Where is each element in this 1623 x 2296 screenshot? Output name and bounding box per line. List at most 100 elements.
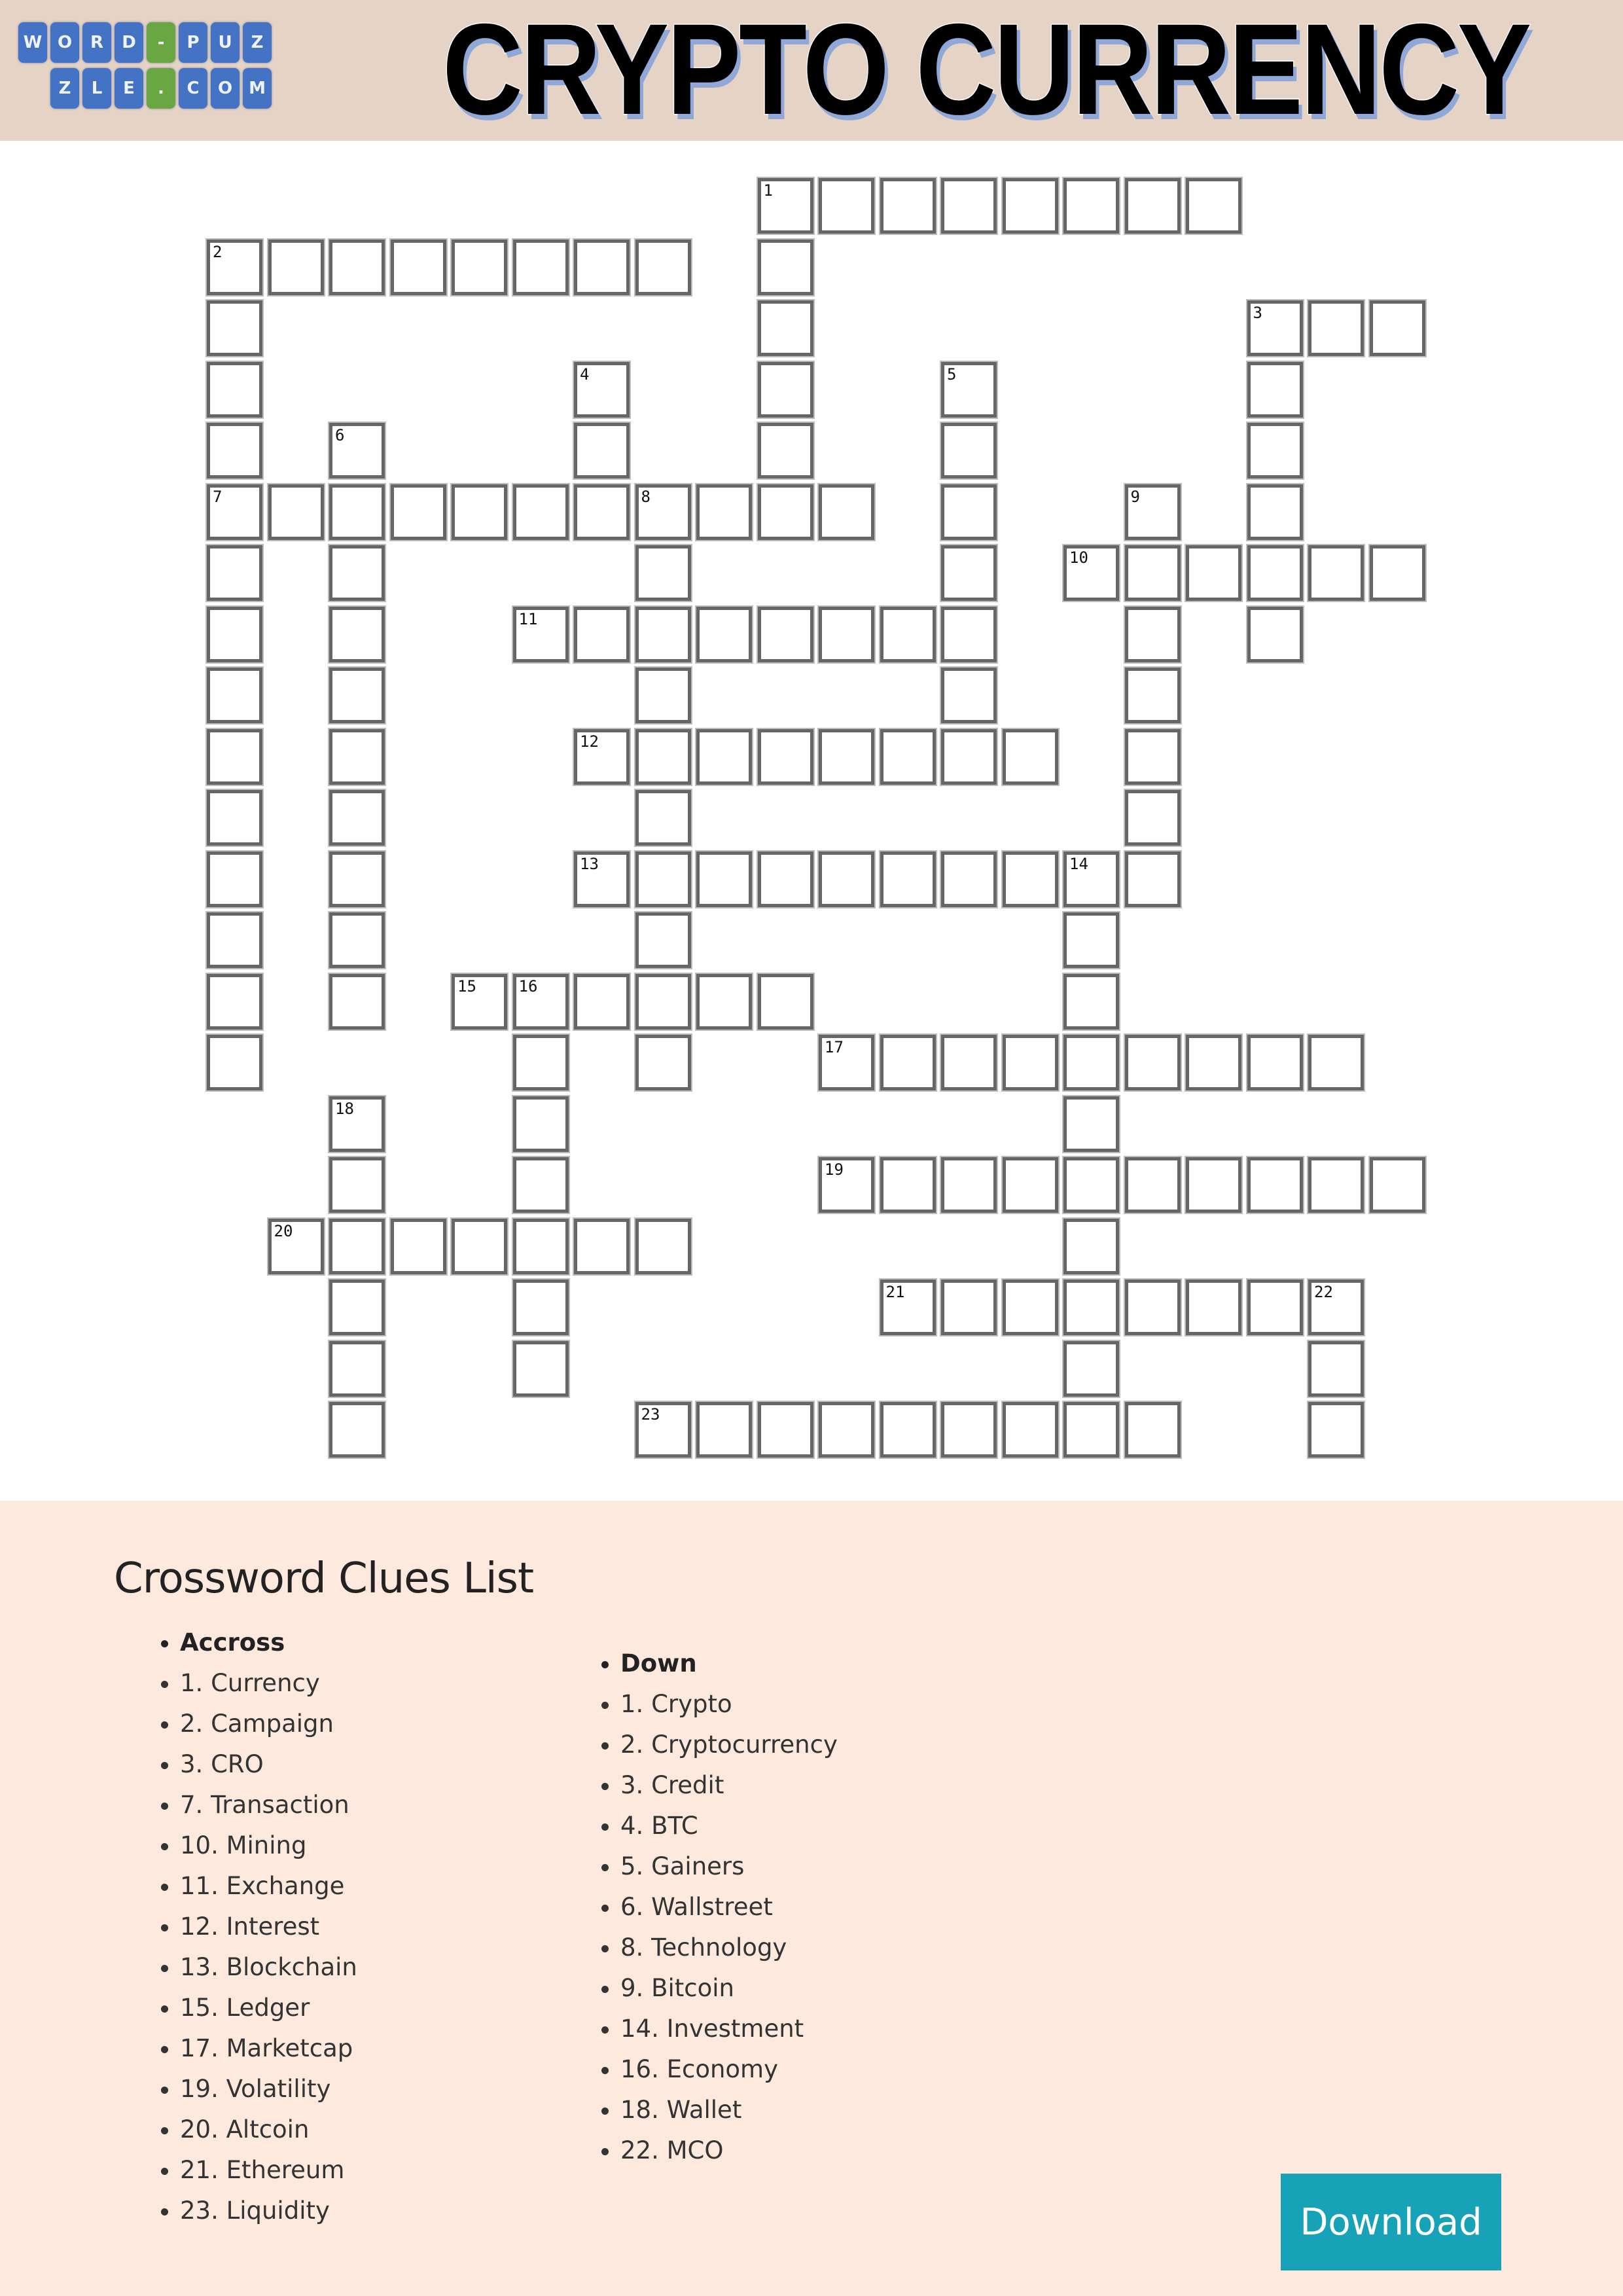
grid-cell[interactable] xyxy=(328,605,386,664)
grid-cell[interactable] xyxy=(1001,850,1060,908)
grid-cell[interactable] xyxy=(1001,177,1060,235)
grid-cell[interactable] xyxy=(511,1156,570,1214)
grid-cell[interactable] xyxy=(1245,544,1304,602)
grid-cell[interactable] xyxy=(940,666,998,725)
grid-cell[interactable] xyxy=(1307,1156,1365,1214)
grid-cell[interactable] xyxy=(1245,482,1304,541)
grid-cell[interactable] xyxy=(1368,1156,1427,1214)
grid-cell[interactable]: 19 xyxy=(817,1156,876,1214)
grid-cell[interactable] xyxy=(756,727,815,786)
grid-cell[interactable]: 12 xyxy=(573,727,631,786)
grid-cell[interactable] xyxy=(756,972,815,1031)
grid-cell[interactable] xyxy=(205,1033,264,1092)
grid-cell[interactable]: 7 xyxy=(205,482,264,541)
grid-cell[interactable] xyxy=(1185,1156,1243,1214)
grid-cell[interactable] xyxy=(328,1339,386,1398)
grid-cell[interactable]: 21 xyxy=(878,1278,937,1336)
grid-cell[interactable] xyxy=(1123,544,1182,602)
grid-cell[interactable] xyxy=(328,482,386,541)
grid-cell[interactable] xyxy=(940,1278,998,1336)
grid-cell[interactable] xyxy=(511,1339,570,1398)
grid-cell[interactable] xyxy=(695,850,753,908)
grid-cell[interactable] xyxy=(756,850,815,908)
grid-cell[interactable] xyxy=(328,1156,386,1214)
grid-cell[interactable]: 20 xyxy=(266,1217,325,1276)
grid-cell[interactable] xyxy=(205,360,264,419)
grid-cell[interactable] xyxy=(756,482,815,541)
grid-cell[interactable] xyxy=(940,850,998,908)
grid-cell[interactable] xyxy=(633,666,692,725)
grid-cell[interactable] xyxy=(1123,605,1182,664)
grid-cell[interactable] xyxy=(1245,422,1304,480)
grid-cell[interactable] xyxy=(1123,1401,1182,1459)
grid-cell[interactable]: 18 xyxy=(328,1094,386,1153)
grid-cell[interactable] xyxy=(695,972,753,1031)
grid-cell[interactable] xyxy=(511,482,570,541)
grid-cell[interactable] xyxy=(205,605,264,664)
grid-cell[interactable] xyxy=(328,1401,386,1459)
grid-cell[interactable] xyxy=(1001,727,1060,786)
grid-cell[interactable] xyxy=(878,1401,937,1459)
grid-cell[interactable] xyxy=(878,177,937,235)
grid-cell[interactable] xyxy=(328,544,386,602)
grid-cell[interactable] xyxy=(511,238,570,296)
grid-cell[interactable] xyxy=(389,1217,448,1276)
grid-cell[interactable] xyxy=(1307,1339,1365,1398)
grid-cell[interactable]: 4 xyxy=(573,360,631,419)
grid-cell[interactable] xyxy=(205,544,264,602)
grid-cell[interactable] xyxy=(1001,1401,1060,1459)
grid-cell[interactable]: 11 xyxy=(511,605,570,664)
grid-cell[interactable] xyxy=(695,482,753,541)
grid-cell[interactable] xyxy=(940,422,998,480)
grid-cell[interactable] xyxy=(1062,1033,1120,1092)
grid-cell[interactable] xyxy=(1062,1278,1120,1336)
grid-cell[interactable]: 22 xyxy=(1307,1278,1365,1336)
grid-cell[interactable] xyxy=(205,666,264,725)
grid-cell[interactable] xyxy=(511,1033,570,1092)
grid-cell[interactable] xyxy=(1307,1033,1365,1092)
grid-cell[interactable] xyxy=(328,850,386,908)
grid-cell[interactable] xyxy=(756,238,815,296)
grid-cell[interactable] xyxy=(756,360,815,419)
grid-cell[interactable] xyxy=(450,1217,508,1276)
grid-cell[interactable] xyxy=(940,1156,998,1214)
grid-cell[interactable] xyxy=(1185,1033,1243,1092)
grid-cell[interactable]: 5 xyxy=(940,360,998,419)
grid-cell[interactable] xyxy=(633,544,692,602)
grid-cell[interactable] xyxy=(205,850,264,908)
grid-cell[interactable]: 8 xyxy=(633,482,692,541)
grid-cell[interactable] xyxy=(1123,727,1182,786)
grid-cell[interactable] xyxy=(205,727,264,786)
grid-cell[interactable] xyxy=(756,1401,815,1459)
grid-cell[interactable] xyxy=(511,1217,570,1276)
grid-cell[interactable] xyxy=(328,789,386,847)
grid-cell[interactable] xyxy=(817,177,876,235)
grid-cell[interactable] xyxy=(1062,177,1120,235)
grid-cell[interactable] xyxy=(1062,972,1120,1031)
grid-cell[interactable] xyxy=(1062,911,1120,969)
grid-cell[interactable] xyxy=(940,727,998,786)
grid-cell[interactable] xyxy=(1368,299,1427,357)
grid-cell[interactable] xyxy=(266,238,325,296)
grid-cell[interactable] xyxy=(1062,1401,1120,1459)
grid-cell[interactable] xyxy=(695,605,753,664)
grid-cell[interactable] xyxy=(1062,1156,1120,1214)
grid-cell[interactable] xyxy=(1123,789,1182,847)
grid-cell[interactable] xyxy=(1123,1156,1182,1214)
grid-cell[interactable] xyxy=(940,482,998,541)
grid-cell[interactable] xyxy=(573,1217,631,1276)
grid-cell[interactable] xyxy=(1185,544,1243,602)
grid-cell[interactable] xyxy=(266,482,325,541)
grid-cell[interactable] xyxy=(756,605,815,664)
grid-cell[interactable] xyxy=(450,238,508,296)
grid-cell[interactable] xyxy=(940,177,998,235)
grid-cell[interactable] xyxy=(633,789,692,847)
grid-cell[interactable] xyxy=(1307,1401,1365,1459)
grid-cell[interactable] xyxy=(940,605,998,664)
grid-cell[interactable] xyxy=(817,482,876,541)
grid-cell[interactable] xyxy=(1123,177,1182,235)
grid-cell[interactable] xyxy=(1185,177,1243,235)
grid-cell[interactable] xyxy=(633,727,692,786)
grid-cell[interactable] xyxy=(573,238,631,296)
grid-cell[interactable] xyxy=(817,1401,876,1459)
